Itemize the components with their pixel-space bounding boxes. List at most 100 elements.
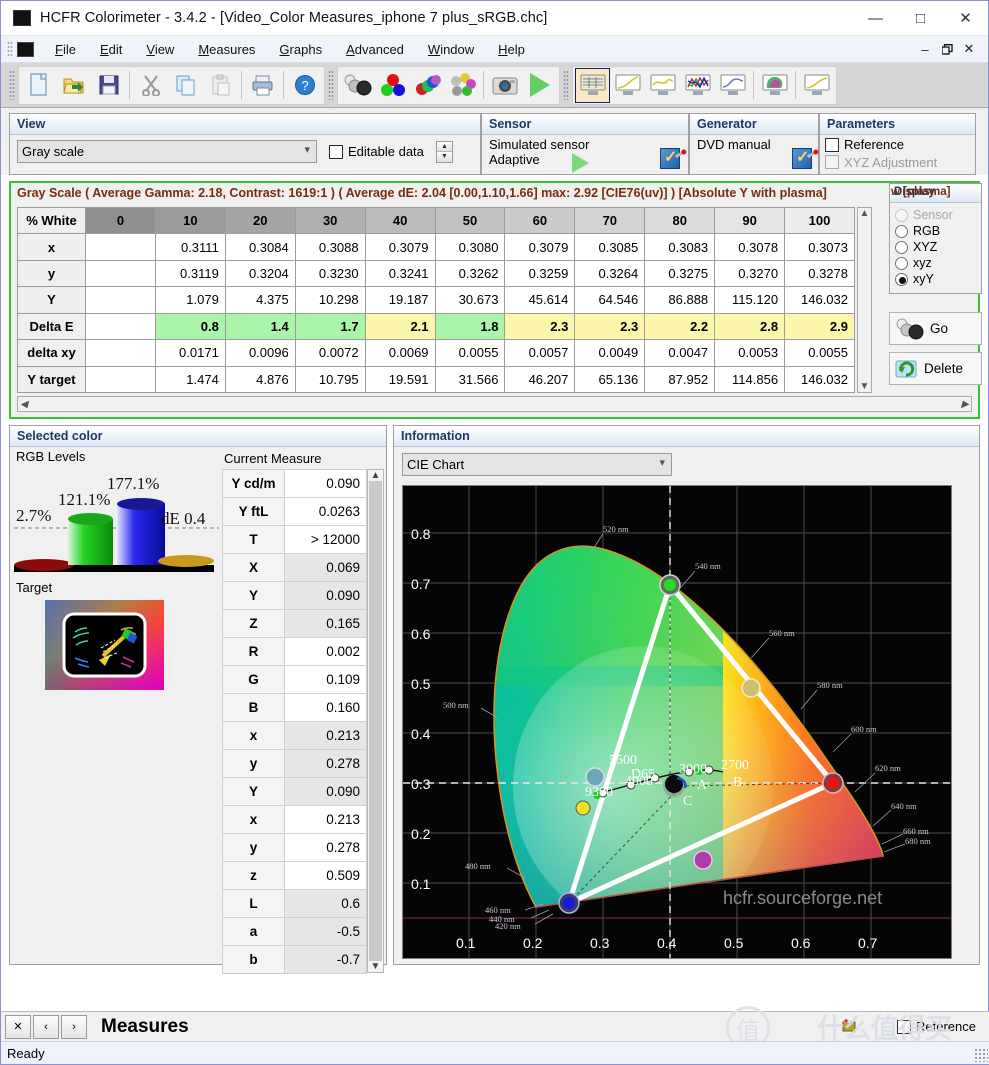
cell-Ytgt-90[interactable]: 114.856 [715, 366, 785, 392]
scroll-right-icon[interactable]: ▶ [961, 399, 969, 410]
chart-select[interactable]: CIE Chart [402, 453, 672, 476]
scroll-down-icon[interactable]: ▼ [860, 381, 870, 392]
cell-Y-30[interactable]: 10.298 [295, 287, 365, 313]
list-item[interactable]: R0.002 [223, 638, 367, 666]
target-swatch[interactable] [45, 600, 164, 690]
cell-Y-70[interactable]: 64.546 [575, 287, 645, 313]
menu-view[interactable]: View [134, 39, 186, 60]
cell-y-30[interactable]: 0.3230 [295, 260, 365, 286]
col-header-0[interactable]: 0 [86, 208, 156, 234]
cell-x-60[interactable]: 0.3079 [505, 234, 575, 260]
toolbar-grip-2-icon[interactable] [328, 70, 334, 100]
cell-x-70[interactable]: 0.3085 [575, 234, 645, 260]
cell-dE-40[interactable]: 2.1 [365, 313, 435, 339]
cell-Y-80[interactable]: 86.888 [645, 287, 715, 313]
cell-Y-10[interactable]: 1.079 [155, 287, 225, 313]
measure-scroll-down-icon[interactable]: ▼ [371, 961, 381, 972]
go-button[interactable]: Go [889, 312, 982, 345]
cell-Ytgt-30[interactable]: 10.795 [295, 366, 365, 392]
resize-grip-icon[interactable] [974, 1048, 988, 1062]
radio-xyz[interactable]: XYZ [895, 240, 979, 254]
menu-graphs[interactable]: Graphs [267, 39, 334, 60]
print-icon[interactable] [245, 68, 280, 103]
close-button[interactable]: ✕ [943, 1, 988, 35]
rgb-spheres-icon[interactable] [375, 68, 410, 103]
cell-Y-60[interactable]: 45.614 [505, 287, 575, 313]
minimize-button[interactable]: — [853, 1, 898, 35]
list-item[interactable]: X0.069 [223, 554, 367, 582]
measure-scrollbar[interactable]: ▲ ▼ [367, 469, 384, 973]
toolbar-grip-1-icon[interactable] [9, 70, 15, 100]
cell-x-90[interactable]: 0.3078 [715, 234, 785, 260]
cell-Y-90[interactable]: 115.120 [715, 287, 785, 313]
save-disk-icon[interactable] [91, 68, 126, 103]
list-item[interactable]: z0.509 [223, 862, 367, 890]
cell-dE-30[interactable]: 1.7 [295, 313, 365, 339]
cell-dE-20[interactable]: 1.4 [225, 313, 295, 339]
cell-x-20[interactable]: 0.3084 [225, 234, 295, 260]
gamma-curve-icon[interactable] [610, 68, 645, 103]
measure-scroll-thumb[interactable] [369, 481, 382, 961]
col-header-30[interactable]: 30 [295, 208, 365, 234]
radio-rgb[interactable]: RGB [895, 224, 979, 238]
tab-measures[interactable]: Measures [89, 1016, 201, 1038]
cell-y-40[interactable]: 0.3241 [365, 260, 435, 286]
cell-Y-50[interactable]: 30.673 [435, 287, 505, 313]
maximize-button[interactable]: □ [898, 1, 943, 35]
cell-y-80[interactable]: 0.3275 [645, 260, 715, 286]
cell-dE-80[interactable]: 2.2 [645, 313, 715, 339]
cell-Ytgt-100[interactable]: 146.032 [785, 366, 855, 392]
sensor-config-check-icon[interactable] [659, 146, 684, 171]
spinner-down-icon[interactable]: ▼ [437, 152, 452, 162]
cell-dxy-50[interactable]: 0.0055 [435, 340, 505, 366]
cell-dE-100[interactable]: 2.9 [785, 313, 855, 339]
cell-Y-20[interactable]: 4.375 [225, 287, 295, 313]
col-header-70[interactable]: 70 [575, 208, 645, 234]
mdi-close-button[interactable]: ✕ [959, 39, 979, 59]
cell-Ytgt-20[interactable]: 4.876 [225, 366, 295, 392]
copy-icon[interactable] [168, 68, 203, 103]
list-item[interactable]: a-0.5 [223, 918, 367, 946]
list-item[interactable]: B0.160 [223, 694, 367, 722]
cell-y-50[interactable]: 0.3262 [435, 260, 505, 286]
menu-window[interactable]: Window [416, 39, 486, 60]
gamma-graph-icon[interactable] [799, 68, 834, 103]
cell-dE-50[interactable]: 1.8 [435, 313, 505, 339]
list-item[interactable]: Y ftL0.0263 [223, 498, 367, 526]
menu-edit[interactable]: Edit [88, 39, 134, 60]
cell-Y-100[interactable]: 146.032 [785, 287, 855, 313]
spinner-up-icon[interactable]: ▲ [437, 142, 452, 152]
col-header-50[interactable]: 50 [435, 208, 505, 234]
luminance-curve-icon[interactable] [645, 68, 680, 103]
measure-scroll-up-icon[interactable]: ▲ [371, 470, 381, 481]
cell-y-90[interactable]: 0.3270 [715, 260, 785, 286]
cell-x-30[interactable]: 0.3088 [295, 234, 365, 260]
cell-Y-40[interactable]: 19.187 [365, 287, 435, 313]
list-item[interactable]: Y0.090 [223, 582, 367, 610]
list-item[interactable]: y0.278 [223, 750, 367, 778]
reference-checkbox-bottom[interactable]: Reference [897, 1019, 976, 1034]
play-green-icon[interactable] [522, 68, 557, 103]
mdi-minimize-button[interactable]: – [915, 39, 935, 59]
cell-dxy-100[interactable]: 0.0055 [785, 340, 855, 366]
mdi-restore-button[interactable] [937, 39, 957, 59]
scroll-left-icon[interactable]: ◀ [20, 399, 28, 410]
list-item[interactable]: Y cd/m0.090 [223, 470, 367, 498]
cell-x-0[interactable]: 0.2127 [86, 234, 156, 260]
cell-y-60[interactable]: 0.3259 [505, 260, 575, 286]
cell-Ytgt-10[interactable]: 1.474 [155, 366, 225, 392]
list-item[interactable]: b-0.7 [223, 946, 367, 974]
cell-dxy-60[interactable]: 0.0057 [505, 340, 575, 366]
cell-y-10[interactable]: 0.3119 [155, 260, 225, 286]
col-header-90[interactable]: 90 [715, 208, 785, 234]
rgb-levels-icon[interactable] [680, 68, 715, 103]
list-item[interactable]: T> 12000 [223, 526, 367, 554]
sensor-calibrate-icon[interactable] [340, 68, 375, 103]
delete-button[interactable]: Delete [889, 352, 982, 385]
cie-chart[interactable]: 520 nm 540 nm 560 nm 580 nm 600 nm 620 n… [402, 485, 952, 959]
toolbar-grip-3-icon[interactable] [563, 70, 569, 100]
col-header-100[interactable]: 100 [785, 208, 855, 234]
color-saturation-icon[interactable] [410, 68, 445, 103]
cell-x-10[interactable]: 0.3111 [155, 234, 225, 260]
cell-x-40[interactable]: 0.3079 [365, 234, 435, 260]
